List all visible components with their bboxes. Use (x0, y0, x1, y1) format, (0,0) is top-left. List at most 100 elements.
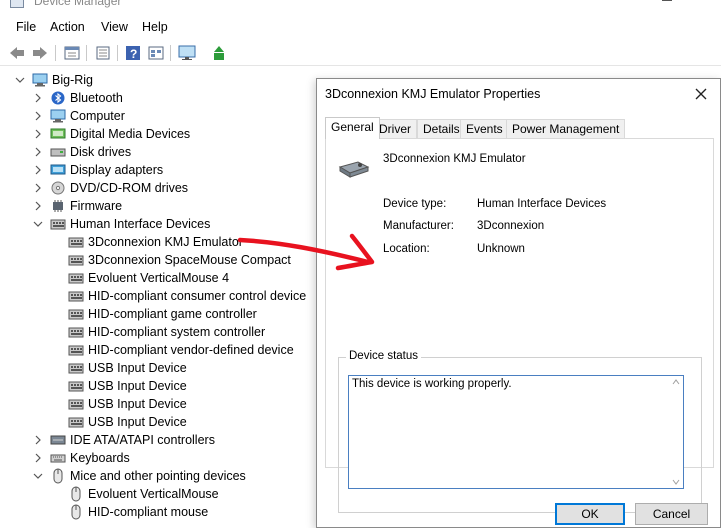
hid-icon (68, 325, 84, 339)
location-value: Unknown (477, 243, 525, 255)
close-icon[interactable] (689, 83, 713, 105)
tree-item[interactable]: HID-compliant vendor-defined device (50, 341, 294, 359)
display-icon (50, 163, 66, 177)
tree-item[interactable]: Evoluent VerticalMouse (50, 485, 219, 503)
menu-action[interactable]: Action (50, 20, 85, 34)
location-label: Location: (383, 243, 430, 255)
device-manager-app-icon (10, 0, 24, 8)
help-icon[interactable]: ? (124, 44, 142, 62)
device-name: 3Dconnexion KMJ Emulator (383, 153, 526, 165)
tree-item[interactable]: HID-compliant consumer control device (50, 287, 306, 305)
chevron-right-icon[interactable] (32, 434, 44, 446)
properties-dialog: 3Dconnexion KMJ Emulator Properties Gene… (316, 78, 721, 528)
tree-item[interactable]: HID-compliant game controller (50, 305, 257, 323)
chevron-right-icon[interactable] (32, 92, 44, 104)
hid-icon (68, 307, 84, 321)
properties-icon[interactable] (94, 44, 112, 62)
tree-item[interactable]: Display adapters (32, 161, 163, 179)
tree-item[interactable]: Evoluent VerticalMouse 4 (50, 269, 229, 287)
tree-item[interactable]: IDE ATA/ATAPI controllers (32, 431, 215, 449)
tree-item[interactable]: Digital Media Devices (32, 125, 190, 143)
tab-power-management[interactable]: Power Management (506, 119, 626, 138)
tab-general[interactable]: General (325, 117, 380, 139)
status-scrollbar[interactable] (670, 377, 682, 487)
chevron-right-icon[interactable] (32, 110, 44, 122)
view-icon[interactable] (147, 44, 165, 62)
tree-item[interactable]: Computer (32, 107, 125, 125)
device-status-textbox[interactable]: This device is working properly. (348, 375, 684, 489)
chevron-right-icon[interactable] (32, 164, 44, 176)
tree-item-label: HID-compliant vendor-defined device (88, 343, 294, 357)
menu-view[interactable]: View (101, 20, 128, 34)
tree-item[interactable]: USB Input Device (50, 377, 187, 395)
tree-item[interactable]: DVD/CD-ROM drives (32, 179, 188, 197)
device-status-label: Device status (346, 350, 422, 362)
tree-item[interactable]: Firmware (32, 197, 122, 215)
tree-item-label: HID-compliant game controller (88, 307, 257, 321)
menu-file[interactable]: File (16, 20, 36, 34)
keyboard-icon (50, 451, 66, 465)
tree-item-label: Mice and other pointing devices (70, 469, 246, 483)
minimize-button[interactable] (662, 0, 672, 1)
toolbar-separator (86, 45, 87, 61)
chevron-right-icon[interactable] (32, 200, 44, 212)
tab-details[interactable]: Details (417, 119, 466, 138)
tab-events[interactable]: Events (460, 119, 509, 138)
tree-item[interactable]: HID-compliant mouse (50, 503, 208, 521)
chevron-right-icon[interactable] (32, 182, 44, 194)
tree-item[interactable]: 3Dconnexion KMJ Emulator (50, 233, 243, 251)
tree-item[interactable]: Mice and other pointing devices (32, 467, 246, 485)
tree-item[interactable]: USB Input Device (50, 395, 187, 413)
cancel-button[interactable]: Cancel (635, 503, 708, 525)
device-type-label: Device type: (383, 198, 447, 210)
update-driver-icon[interactable] (210, 44, 228, 62)
chevron-right-icon[interactable] (32, 146, 44, 158)
hid-icon (68, 397, 84, 411)
device-status-text: This device is working properly. (352, 378, 512, 390)
tree-item-label: Evoluent VerticalMouse (88, 487, 219, 501)
tree-item-label: HID-compliant mouse (88, 505, 209, 519)
forward-icon[interactable] (31, 44, 49, 62)
tree-item-label: Big-Rig (52, 73, 93, 87)
bluetooth-icon (50, 91, 66, 105)
monitor-icon[interactable] (178, 44, 196, 62)
back-icon[interactable] (8, 44, 26, 62)
ok-button[interactable]: OK (555, 503, 625, 525)
tree-item-label: Disk drives (70, 145, 132, 159)
dvd-icon (50, 181, 66, 195)
title-bar: Device Manager (0, 0, 721, 14)
chevron-right-icon[interactable] (32, 452, 44, 464)
tree-item[interactable]: Big-Rig (14, 71, 93, 89)
tree-item-label: DVD/CD-ROM drives (70, 181, 189, 195)
hid-icon (68, 235, 84, 249)
tree-item[interactable]: Bluetooth (32, 89, 123, 107)
tree-item[interactable]: Disk drives (32, 143, 131, 161)
chevron-down-icon[interactable] (32, 470, 44, 482)
tree-item-label: USB Input Device (88, 361, 187, 375)
tree-item[interactable]: USB Input Device (50, 413, 187, 431)
tree-item[interactable]: Keyboards (32, 449, 130, 467)
device-tree: Big-Rig Bluetooth Computer Digital Media De… (0, 70, 320, 523)
hid-icon (68, 415, 84, 429)
tree-item-label: Firmware (70, 199, 123, 213)
tree-item-label: 3Dconnexion KMJ Emulator (88, 235, 243, 249)
tree-item[interactable]: HID-compliant system controller (50, 323, 265, 341)
chevron-down-icon[interactable] (14, 74, 26, 86)
menu-help[interactable]: Help (142, 20, 168, 34)
tree-item[interactable]: USB Input Device (50, 359, 187, 377)
tree-item-label: Human Interface Devices (70, 217, 211, 231)
tree-item-label: USB Input Device (88, 415, 187, 429)
tree-item[interactable]: Human Interface Devices (32, 215, 210, 233)
show-hide-icon[interactable] (63, 44, 81, 62)
tree-item-label: Digital Media Devices (70, 127, 191, 141)
chevron-right-icon[interactable] (32, 128, 44, 140)
hid-icon (68, 271, 84, 285)
chevron-down-icon[interactable] (32, 218, 44, 230)
ide-icon (50, 433, 66, 447)
tree-item-label: Display adapters (70, 163, 164, 177)
mouse-icon (68, 486, 84, 502)
